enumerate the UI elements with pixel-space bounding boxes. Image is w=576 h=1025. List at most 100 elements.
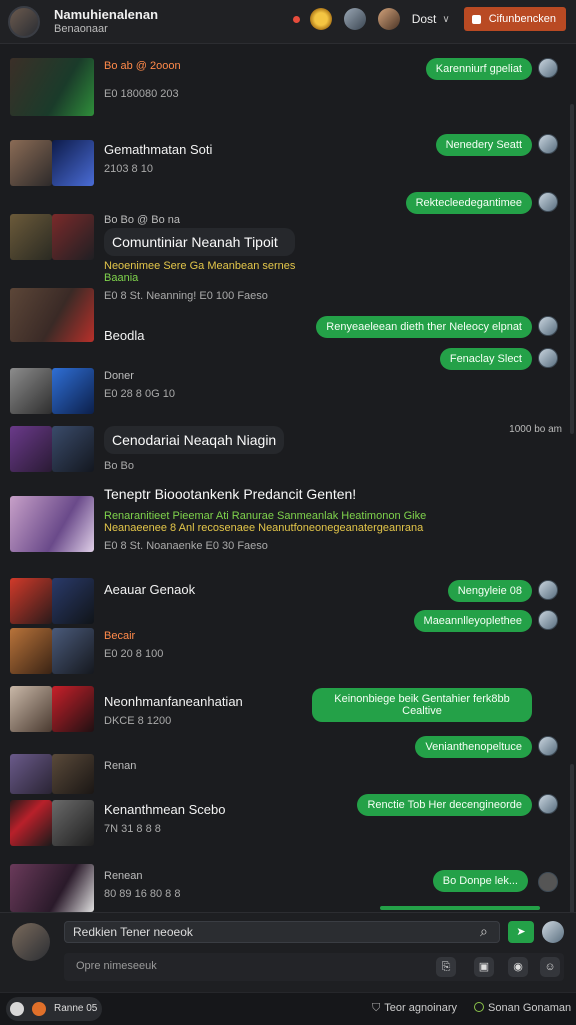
channel-subtitle: Benaonaar [54,22,108,35]
status-pill[interactable]: Ranne 05 [6,997,102,1021]
video-thumbnail[interactable] [10,496,94,552]
sender-name: Renan [104,760,137,772]
outgoing-bubble[interactable]: Nenedery Seatt [435,134,532,156]
footer-status[interactable]: Sonan Gonaman [474,1002,571,1014]
sender-name: Renean [104,870,143,882]
image-thumbnail[interactable] [52,578,94,624]
image-thumbnail[interactable] [52,368,94,414]
thumbnail-group[interactable] [10,140,94,186]
send-button[interactable]: ➤ [508,921,534,943]
outgoing-bubble[interactable]: Fenaclay Slect [439,348,532,370]
avatar-thumbnail[interactable] [10,686,52,732]
sender-name: Doner [104,370,134,382]
avatar-thumbnail[interactable] [52,800,94,846]
image-thumbnail[interactable] [52,754,94,794]
outgoing-bubble[interactable]: Venianthenopeltuce [415,736,532,758]
square-icon [471,14,481,24]
avatar-thumbnail[interactable] [52,214,94,260]
avatar-thumbnail[interactable] [10,628,52,674]
message-input[interactable] [64,921,500,943]
incoming-message: Bo Bo @ Bo na Comuntiniar Neanah Tipoit … [104,214,296,302]
message-feed[interactable]: Bo ab @ 2ooon E0 180080 203 Karenniurf g… [0,44,576,954]
message-title: Beodla [104,328,145,343]
scrollbar[interactable] [570,104,574,434]
incoming-message: Renean 80 89 16 80 8 8 [104,870,180,900]
channel-title: Namuhienalenan [54,6,159,22]
thumbnail-group[interactable] [10,496,94,552]
thumbnail-group[interactable] [10,800,94,846]
footer-status-label: Sonan Gonaman [488,1002,572,1014]
avatar[interactable] [12,923,50,961]
thumbnail-group[interactable] [10,288,94,342]
image-thumbnail[interactable] [52,686,94,732]
message-meta: 80 89 16 80 8 8 [104,888,181,900]
avatar-thumbnail[interactable] [10,140,52,186]
outgoing-bubble[interactable]: Bo Donpe lek... [432,870,528,892]
thumbnail-group[interactable] [10,628,94,674]
chevron-down-icon[interactable]: ∨ [442,14,449,25]
message-box: Cenodariai Neaqah Niagin [104,426,285,454]
avatar-thumbnail[interactable] [10,754,52,794]
image-thumbnail[interactable] [52,426,94,472]
avatar-icon[interactable] [343,8,366,30]
footer-link-label: Teor agnoinary [384,1002,458,1014]
thumbnail-group[interactable] [10,686,94,732]
thumbnail-group[interactable] [10,578,94,624]
profile-icon[interactable] [377,8,400,30]
footer-link[interactable]: ⛉ Teor agnoinary [372,1002,457,1015]
sender-avatar [538,610,558,630]
sender-avatar [538,794,558,814]
avatar-thumbnail[interactable] [10,368,52,414]
user-name[interactable]: Dost [412,12,437,26]
outgoing-bubble[interactable]: Keinonbiege beik Gentahier ferk8bb Cealt… [312,688,532,722]
attach-icon[interactable]: ⎘ [436,957,456,977]
thumbnail-group[interactable] [10,864,94,912]
thumbnail-group[interactable] [10,426,94,472]
sender-name: Becair [104,630,136,642]
thumbnail-group[interactable] [10,368,94,414]
message-meta: DKCE 8 1200 [104,715,172,727]
app-icon [10,1002,24,1016]
outgoing-bubble[interactable]: Maeannlleyoplethee [413,610,532,632]
header-action-label: Cifunbencken [488,13,556,25]
video-thumbnail[interactable] [10,864,94,912]
reply-field[interactable]: Opre nimeseeuk ⎘ ▣ ◉ ☺ [64,953,564,981]
incoming-message: Renan [104,760,136,772]
outgoing-bubble[interactable]: Renctie Tob Her decengineorde [357,794,532,816]
header-action-button[interactable]: Cifunbencken [463,7,566,31]
message-title: Comuntiniar Neanah Tipoit [112,234,278,250]
channel-avatar[interactable] [8,5,40,38]
thumbnail-group[interactable] [10,214,94,260]
online-dot-icon [474,1002,484,1012]
outgoing-bubble[interactable]: Rektecleedegantimee [405,192,532,214]
image-thumbnail[interactable] [52,628,94,674]
timestamp: 1000 bo am [509,424,562,435]
highlight-text: Baania [104,272,139,284]
search-icon[interactable]: ⌕ [480,923,488,940]
avatar[interactable] [542,921,564,943]
incoming-message: Neonhmanfaneanhatian DKCE 8 1200 [104,694,243,727]
video-thumbnail[interactable] [10,288,94,342]
sender-name: Bo ab @ 2ooon [104,60,181,72]
thumbnail-group[interactable] [10,754,94,794]
image-thumbnail[interactable] [10,214,52,260]
outgoing-bubble[interactable]: Karenniurf gpeliat [425,58,532,80]
camera-icon[interactable]: ◉ [508,957,528,977]
video-thumbnail[interactable] [10,58,94,116]
sender-avatar [538,58,558,78]
emoji-icon[interactable] [309,8,332,30]
avatar-thumbnail[interactable] [10,426,52,472]
message-box: Comuntiniar Neanah Tipoit [104,228,296,256]
reply-placeholder: Opre nimeseeuk [76,960,157,972]
sticker-icon[interactable]: ▣ [474,957,494,977]
highlight-text: Neanaeenee 8 Anl recosenaee Neanutfoneon… [104,522,424,534]
incoming-message: Becair E0 20 8 100 [104,630,163,660]
incoming-message: Aeauar Genaok [104,582,195,597]
outgoing-bubble[interactable]: Nengyleie 08 [447,580,532,602]
avatar-thumbnail[interactable] [10,578,52,624]
thumbnail-group[interactable] [10,58,94,116]
image-thumbnail[interactable] [10,800,52,846]
emoji-icon[interactable]: ☺ [540,957,560,977]
image-thumbnail[interactable] [52,140,94,186]
outgoing-bubble[interactable]: Renyeaeleean dieth ther Neleocy elpnat [316,316,532,338]
